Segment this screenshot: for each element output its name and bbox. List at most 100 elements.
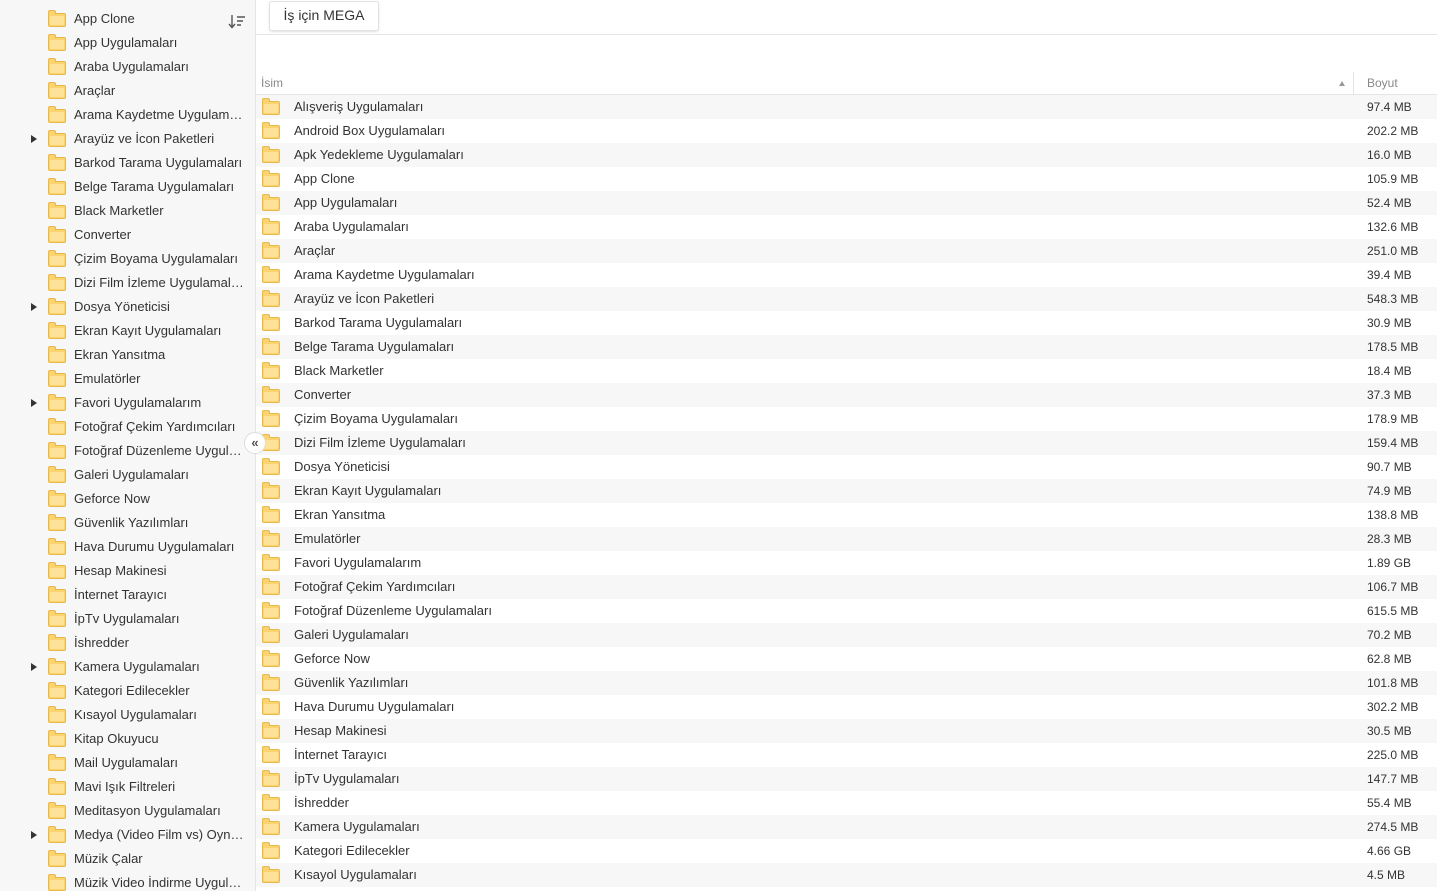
sidebar-folder-item[interactable]: Fotoğraf Çekim Yardımcıları [0,415,255,439]
table-row[interactable]: Dosya Yöneticisi 90.7 MB [256,455,1437,479]
collapse-sidebar-button[interactable]: « [244,432,266,454]
table-row[interactable]: Emulatörler 28.3 MB [256,527,1437,551]
sidebar-folder-item[interactable]: Barkod Tarama Uygulamaları [0,151,255,175]
sidebar-folder-item[interactable]: İshredder [0,631,255,655]
table-row[interactable]: Android Box Uygulamaları 202.2 MB [256,119,1437,143]
folder-name: Favori Uygulamalarım [294,555,422,570]
sidebar-folder-label: Emulatörler [74,371,141,386]
folder-size: 178.5 MB [1367,340,1419,354]
sidebar-folder-item[interactable]: Ekran Yansıtma [0,343,255,367]
table-row[interactable]: Fotoğraf Düzenleme Uygulamaları 615.5 MB [256,599,1437,623]
table-row[interactable]: Alışveriş Uygulamaları 97.4 MB [256,95,1437,119]
sidebar-folder-item[interactable]: Müzik Çalar [0,847,255,871]
sidebar-folder-item[interactable]: Dizi Film İzleme Uygulamaları [0,271,255,295]
column-separator[interactable] [1353,72,1354,94]
sidebar-folder-item[interactable]: Hesap Makinesi [0,559,255,583]
sidebar-folder-item[interactable]: Belge Tarama Uygulamaları [0,175,255,199]
sidebar-folder-item[interactable]: Kitap Okuyucu [0,727,255,751]
sidebar-folder-item[interactable]: Geforce Now [0,487,255,511]
table-row[interactable]: Kamera Uygulamaları 274.5 MB [256,815,1437,839]
table-row[interactable]: Araba Uygulamaları 132.6 MB [256,215,1437,239]
folder-size: 1.89 GB [1367,556,1412,570]
folder-size: 30.9 MB [1367,316,1412,330]
folder-name: Android Box Uygulamaları [294,123,446,138]
table-row[interactable]: Dizi Film İzleme Uygulamaları 159.4 MB [256,431,1437,455]
sidebar-folder-item[interactable]: Dosya Yöneticisi [0,295,255,319]
sidebar-folder-item[interactable]: Galeri Uygulamaları [0,463,255,487]
sidebar-folder-item[interactable]: Emulatörler [0,367,255,391]
sidebar-folder-item[interactable]: Fotoğraf Düzenleme Uygulamaları [0,439,255,463]
sort-ascending-icon[interactable] [1339,81,1345,86]
folder-icon [262,458,280,475]
sidebar-folder-item[interactable]: Kategori Edilecekler [0,679,255,703]
table-row[interactable]: Güvenlik Yazılımları 101.8 MB [256,671,1437,695]
table-row[interactable]: App Uygulamaları 52.4 MB [256,191,1437,215]
sidebar-folder-label: Geforce Now [74,491,150,506]
mega-business-button[interactable]: İş için MEGA [269,1,379,31]
table-row[interactable]: Geforce Now 62.8 MB [256,647,1437,671]
folder-size: 55.4 MB [1367,796,1412,810]
sidebar-folder-item[interactable]: İnternet Tarayıcı [0,583,255,607]
sidebar-folder-item[interactable]: Mail Uygulamaları [0,751,255,775]
table-row[interactable]: Kısayol Uygulamaları 4.5 MB [256,863,1437,887]
sidebar-folder-item[interactable]: Mavi Işık Filtreleri [0,775,255,799]
sidebar-folder-item[interactable]: Müzik Video İndirme Uygulamaları [0,871,255,891]
sidebar-folder-item[interactable]: Çizim Boyama Uygulamaları [0,247,255,271]
sidebar-folder-item[interactable]: Arayüz ve İcon Paketleri [0,127,255,151]
folder-name: Dizi Film İzleme Uygulamaları [294,435,466,450]
sidebar-folder-item[interactable]: Hava Durumu Uygulamaları [0,535,255,559]
sidebar-folder-item[interactable]: Kamera Uygulamaları [0,655,255,679]
sidebar-folder-item[interactable]: Arama Kaydetme Uygulamaları [0,103,255,127]
expand-arrow-icon[interactable] [31,663,37,671]
file-list-panel: İş için MEGA İsim Boyut Alışveriş Uygula… [256,0,1437,891]
sidebar-folder-item[interactable]: Medya (Video Film vs) Oynatıcılar [0,823,255,847]
table-row[interactable]: Ekran Kayıt Uygulamaları 74.9 MB [256,479,1437,503]
expand-arrow-icon[interactable] [31,303,37,311]
table-row[interactable]: Galeri Uygulamaları 70.2 MB [256,623,1437,647]
table-row[interactable]: Black Marketler 18.4 MB [256,359,1437,383]
table-row[interactable]: Arama Kaydetme Uygulamaları 39.4 MB [256,263,1437,287]
table-row[interactable]: Belge Tarama Uygulamaları 178.5 MB [256,335,1437,359]
sidebar-folder-item[interactable]: Kısayol Uygulamaları [0,703,255,727]
expand-arrow-icon[interactable] [31,399,37,407]
table-row[interactable]: İnternet Tarayıcı 225.0 MB [256,743,1437,767]
sort-icon[interactable] [226,12,248,32]
sidebar-folder-item[interactable]: App Uygulamaları [0,31,255,55]
table-row[interactable]: Barkod Tarama Uygulamaları 30.9 MB [256,311,1437,335]
folder-icon [48,226,66,243]
sidebar-folder-item[interactable]: Araçlar [0,79,255,103]
sidebar-folder-item[interactable]: Ekran Kayıt Uygulamaları [0,319,255,343]
table-row[interactable]: Hesap Makinesi 30.5 MB [256,719,1437,743]
sidebar-folder-item[interactable]: Güvenlik Yazılımları [0,511,255,535]
table-row[interactable]: Çizim Boyama Uygulamaları 178.9 MB [256,407,1437,431]
expand-arrow-icon[interactable] [31,831,37,839]
sidebar-folder-item[interactable]: Converter [0,223,255,247]
table-row[interactable]: Converter 37.3 MB [256,383,1437,407]
sidebar-folder-item[interactable]: Favori Uygulamalarım [0,391,255,415]
table-row[interactable]: Apk Yedekleme Uygulamaları 16.0 MB [256,143,1437,167]
expand-arrow-icon[interactable] [31,135,37,143]
table-row[interactable]: Ekran Yansıtma 138.8 MB [256,503,1437,527]
sidebar-folder-item[interactable]: İpTv Uygulamaları [0,607,255,631]
table-row[interactable]: İpTv Uygulamaları 147.7 MB [256,767,1437,791]
folder-size: 90.7 MB [1367,460,1412,474]
column-header-name[interactable]: İsim [261,76,283,90]
table-row[interactable]: İshredder 55.4 MB [256,791,1437,815]
sidebar-folder-item[interactable]: Black Marketler [0,199,255,223]
table-row[interactable]: Araçlar 251.0 MB [256,239,1437,263]
sidebar-folder-item[interactable]: App Clone [0,7,255,31]
sidebar-folder-item[interactable]: Meditasyon Uygulamaları [0,799,255,823]
table-row[interactable]: Fotoğraf Çekim Yardımcıları 106.7 MB [256,575,1437,599]
table-row[interactable]: Arayüz ve İcon Paketleri 548.3 MB [256,287,1437,311]
folder-icon [262,98,280,115]
table-row[interactable]: Kategori Edilecekler 4.66 GB [256,839,1437,863]
folder-name: Converter [294,387,352,402]
table-row[interactable]: Favori Uygulamalarım 1.89 GB [256,551,1437,575]
table-row[interactable]: App Clone 105.9 MB [256,167,1437,191]
sidebar-folder-item[interactable]: Araba Uygulamaları [0,55,255,79]
column-header-size[interactable]: Boyut [1367,76,1398,90]
folder-size: 302.2 MB [1367,700,1419,714]
table-row[interactable]: Hava Durumu Uygulamaları 302.2 MB [256,695,1437,719]
sidebar-folder-label: Galeri Uygulamaları [74,467,189,482]
sidebar-folder-label: Belge Tarama Uygulamaları [74,179,235,194]
